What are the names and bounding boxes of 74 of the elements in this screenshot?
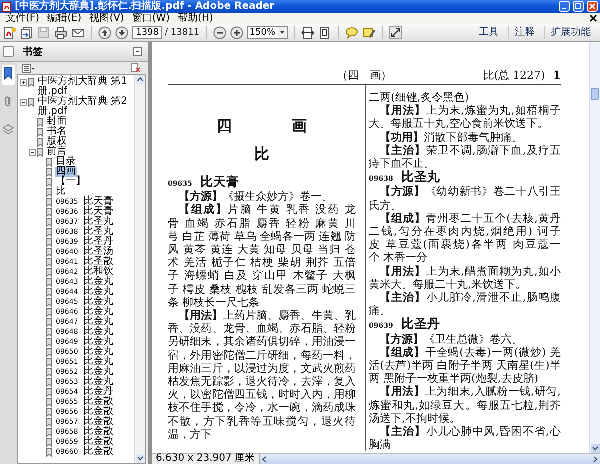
bookmark-item[interactable]: 【一】 xyxy=(55,177,87,187)
zoom-out-icon[interactable] xyxy=(212,26,227,40)
panel-options-icon[interactable] xyxy=(133,47,142,56)
section-heading: 四 画 xyxy=(216,117,330,135)
menu-item[interactable]: 视图(V) xyxy=(86,13,128,24)
paragraph: 【方源】《摄生众妙方》卷一。 xyxy=(178,190,334,204)
minimize-icon[interactable] xyxy=(559,1,570,12)
bookmark-item[interactable]: 中医方剂大辞典 第2册.pdf xyxy=(37,97,134,117)
bookmark-item[interactable]: 版权 xyxy=(46,137,68,147)
bookmark-item[interactable]: 四画 xyxy=(55,167,77,177)
bookmark-icon[interactable] xyxy=(3,67,14,80)
bookmark-icon xyxy=(28,98,35,107)
documents-icon[interactable] xyxy=(20,26,34,40)
bookmark-item[interactable]: 封面 xyxy=(46,117,68,127)
paragraph: 【组成】干全蝎(去毒)一两(微炒) 羌活(去芦)半两 白附子半两 天南星(生)半两 黑附子一枚重半两(炮裂,去皮脐) xyxy=(369,346,561,386)
page-number-field[interactable]: 1398 xyxy=(132,26,162,39)
paragraph: 【功用】消散下部毒气肿痛。 xyxy=(379,130,524,144)
page-number: 1 xyxy=(553,70,561,82)
letter-heading: 比 xyxy=(254,145,270,163)
menu-item[interactable]: 编辑(E) xyxy=(44,13,86,24)
paragraph: 【用法】上为末,炼蜜为丸,如梧桐子大。每服五十丸,空心食前米饮送下。 xyxy=(369,104,561,131)
paragraph: 二两(细锉,炙令黑色) xyxy=(369,91,470,104)
fit-width-icon[interactable] xyxy=(300,26,315,40)
panel-button[interactable]: 扩展功能 xyxy=(544,26,597,39)
paragraph: 【方源】《卫生总微》卷六。 xyxy=(379,332,524,346)
paragraph: 【组成】青州枣二十五个(去核,黄丹二钱,匀分在枣肉内烧,烟绝用) 诃子皮 草豆蔻(面裹烧)各半两 肉豆蔻一个 木香一分 xyxy=(369,212,561,265)
paragraph: 【用法】上药片脑、麝香、牛黄、乳香、没药、龙骨、血竭、赤石脂、轻粉另研细末，其余诸药俱切碎，用油浸一宿，外用密陀僧二斤研细，每药一料，用麻油三斤，以浸过为度，文武火煎药枯发焦无踪影，退火待冷，去滓，复入火，以密陀僧四五钱，时时入内，用柳枝不住手搅，令冷，水一碗，滴药成珠不散，方下乳香等五味搅匀，退火待温，方下 xyxy=(168,309,356,442)
zoom-dropdown[interactable]: 150% xyxy=(246,26,288,39)
page-count: / 13811 xyxy=(165,28,200,38)
bookmark-item[interactable]: 比 xyxy=(55,187,67,197)
panel-button[interactable]: 注释 xyxy=(508,26,541,39)
window-title: [中医方剂大辞典].彭怀仁.扫描版.pdf - Adobe Reader xyxy=(15,0,276,12)
menu-item[interactable]: 窗口(W) xyxy=(128,13,174,24)
paragraph: 【主治】小儿脏冷,滑泄不止,肠鸣腹痛。 xyxy=(369,291,561,318)
panel-button[interactable]: 工具 xyxy=(473,26,505,39)
scroll-down-icon[interactable] xyxy=(136,454,144,463)
pdf-icon xyxy=(2,2,12,12)
page-header: （四 画） xyxy=(337,70,392,82)
paragraph: 【方源】《幼幼新书》卷二十八引王氏方。 xyxy=(369,185,561,212)
menu-item[interactable]: 文件(F) xyxy=(2,13,44,24)
bookmark-icon xyxy=(28,78,35,87)
print-icon[interactable] xyxy=(54,26,68,40)
bookmark-item[interactable]: 目录 xyxy=(55,157,77,167)
bookmark-item[interactable]: 书名 xyxy=(46,127,68,137)
minus-icon[interactable] xyxy=(29,148,36,156)
paragraph: 【用法】上为细末,入腻粉一钱,研匀,炼蜜和丸,如绿豆大。每服五七粒,荆芥汤送下,不拘时候。 xyxy=(369,385,561,426)
page-size: 6.630 x 23.907 厘米 xyxy=(152,454,260,464)
options-menu-icon[interactable] xyxy=(22,64,35,72)
maximize-icon[interactable] xyxy=(573,1,584,12)
minus-icon[interactable] xyxy=(20,98,27,106)
paragraph: 【主治】荣卫不调,肠澼下血,及疗五痔下血不止。 xyxy=(369,144,561,170)
plus-icon[interactable] xyxy=(20,78,27,86)
comment-icon[interactable] xyxy=(344,26,359,40)
panel-icon[interactable] xyxy=(3,46,14,57)
expand-icon[interactable] xyxy=(388,26,403,40)
page-header: 比(总 1227) xyxy=(483,70,546,82)
bookmark-item[interactable]: 中医方剂大辞典 第1册.pdf xyxy=(37,77,134,97)
bookmark-delete-icon[interactable] xyxy=(131,63,141,73)
scroll-right-icon[interactable] xyxy=(591,454,600,464)
pen-icon[interactable] xyxy=(362,26,376,40)
create-pdf-icon[interactable] xyxy=(3,26,17,40)
menu-item[interactable]: 帮助(H) xyxy=(174,13,218,24)
paragraph: 【主治】小儿心肺中风,昏困不省,心胸满 xyxy=(369,425,561,452)
bookmark-item[interactable]: 前言 xyxy=(46,147,68,157)
scroll-up-icon[interactable] xyxy=(136,75,144,84)
paragraph: 【组成】片脑 牛黄 乳香 没药 龙骨 血竭 赤石脂 麝香 轻粉 麻黄 川芎 白芷 薄荷 草乌 全蝎各一两 连翘 防风 黄芩 黄连 大黄 知母 贝母 当归 苍术 羌活 栀子仁 桔梗 柴胡 荆芥 五倍子 海螵蛸 白及 穿山甲 木鳖子 大枫子 樗皮 桑枝 槐枝 乱发各三两 蛇蜕三条 柳枝长一尺七条 xyxy=(168,203,356,310)
panel-title: 书签 xyxy=(22,46,44,58)
close-icon[interactable] xyxy=(589,14,598,23)
scroll-down-icon[interactable] xyxy=(590,444,600,453)
layers-icon[interactable] xyxy=(3,123,14,136)
fit-page-icon[interactable] xyxy=(318,26,332,40)
zoom-in-icon[interactable] xyxy=(230,26,244,40)
scroll-thumb-icon[interactable] xyxy=(591,88,599,100)
paragraph: 【用法】上为末,醋煮面糊为丸,如小黄米大。每服二十丸,米饮送下。 xyxy=(369,264,561,292)
